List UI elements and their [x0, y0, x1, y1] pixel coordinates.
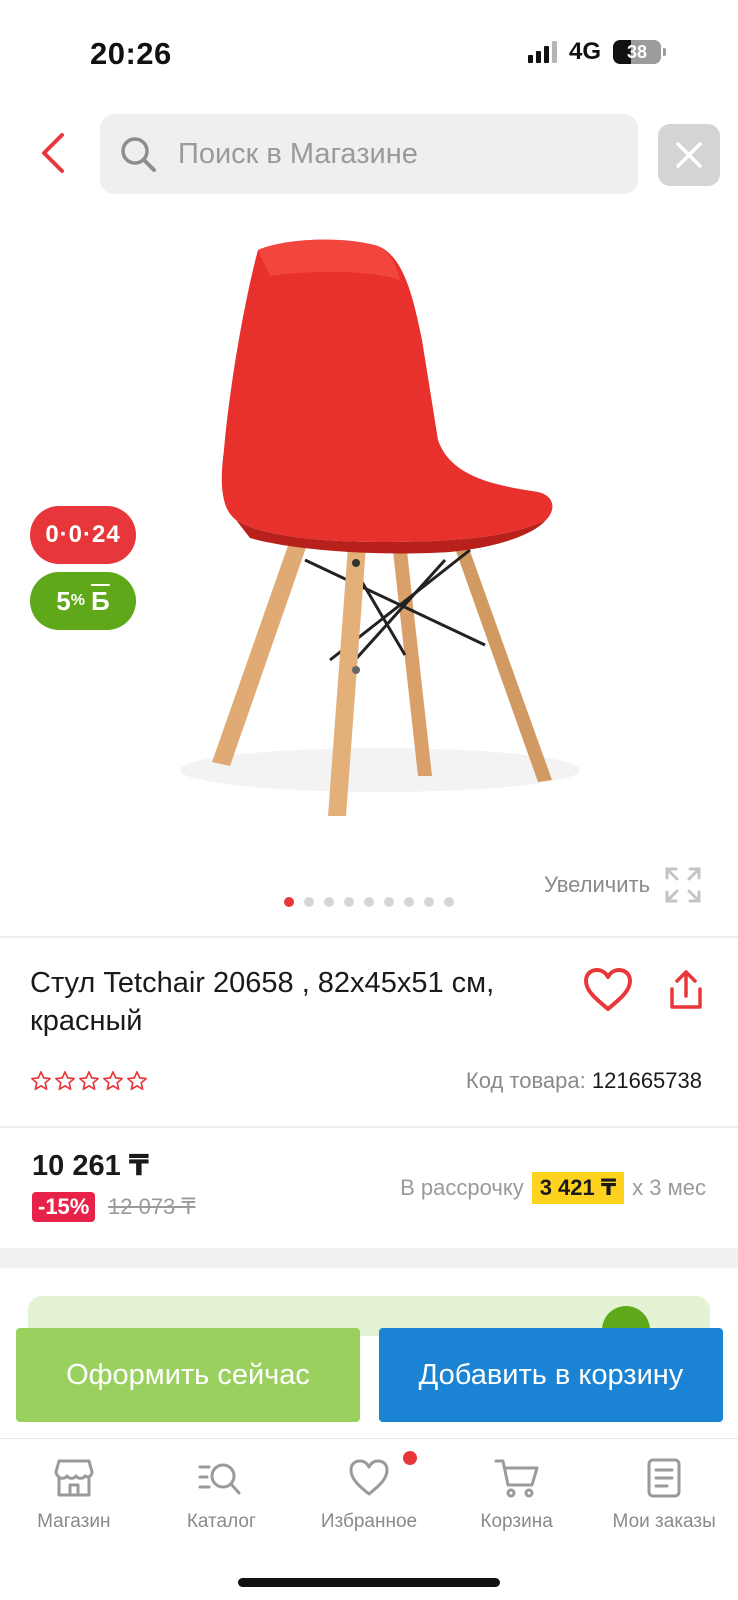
cart-icon [494, 1459, 539, 1498]
installment-prefix: В рассрочку [400, 1175, 524, 1200]
status-time: 20:26 [90, 36, 172, 71]
notification-dot [402, 1451, 417, 1465]
search-input[interactable]: Поиск в Магазине [100, 114, 638, 194]
share-icon [670, 970, 702, 1009]
product-image[interactable] [150, 230, 610, 850]
share-button[interactable] [658, 962, 714, 1018]
pagination-dot[interactable] [364, 897, 374, 907]
star-icon [103, 1071, 123, 1091]
nav-label-store: Магазин [37, 1511, 111, 1532]
price: 10 261 ₸ [32, 1150, 149, 1182]
pagination-dot[interactable] [384, 897, 394, 907]
installment-amount: 3 421 ₸ [531, 1172, 625, 1204]
favorite-button[interactable] [578, 962, 638, 1018]
heart-icon [349, 1459, 389, 1496]
bonus-percent: 5 [56, 585, 71, 616]
buy-now-button[interactable]: Оформить сейчас [16, 1328, 360, 1422]
nav-label-orders: Мои заказы [612, 1511, 716, 1532]
battery-level: 38 [627, 42, 648, 62]
rating-stars[interactable] [30, 1070, 148, 1092]
bottom-nav: Магазин Каталог Избранное Корзина Мои за… [0, 1438, 738, 1548]
chevron-left-icon [42, 133, 64, 173]
old-price: 12 073 ₸ [108, 1194, 196, 1219]
nav-item-favorites[interactable]: Избранное [295, 1439, 443, 1548]
sku-label: Код товара: [465, 1068, 586, 1093]
nav-label-catalog: Каталог [186, 1511, 256, 1532]
nav-item-catalog[interactable]: Каталог [148, 1439, 296, 1548]
star-icon [31, 1071, 51, 1091]
search-icon [121, 137, 156, 172]
sku-value: 121665738 [591, 1068, 702, 1093]
nav-item-store[interactable]: Магазин [0, 1439, 148, 1548]
product-title: Стул Tetchair 20658 , 82x45x51 см, красн… [30, 967, 495, 1037]
orders-icon [647, 1458, 681, 1498]
store-icon [54, 1459, 94, 1497]
gallery-pagination[interactable] [284, 897, 454, 907]
bonus-currency: Б [91, 585, 110, 616]
zoom-label: Увеличить [544, 872, 651, 897]
section-separator [0, 1248, 738, 1268]
nav-label-cart: Корзина [480, 1511, 553, 1532]
nav-item-cart[interactable]: Корзина [443, 1439, 591, 1548]
back-button[interactable] [30, 128, 76, 178]
chair-image [180, 239, 580, 816]
bonus-badge: 5% Б [30, 572, 136, 630]
catalog-search-icon [198, 1463, 241, 1495]
installment-badge: 0·0·24 [30, 506, 136, 564]
pagination-dot[interactable] [304, 897, 314, 907]
status-indicators: 4G 38 [528, 38, 667, 66]
nav-label-favorites: Избранное [320, 1511, 418, 1532]
pagination-dot[interactable] [344, 897, 354, 907]
home-indicator [238, 1578, 500, 1587]
bonus-percent-sign: % [70, 592, 85, 609]
nav-item-orders[interactable]: Мои заказы [590, 1439, 738, 1548]
signal-icon [528, 41, 557, 63]
heart-icon [584, 968, 632, 1011]
battery-icon: 38 [613, 40, 667, 64]
network-type: 4G [569, 38, 602, 65]
discount-badge: -15% [32, 1192, 96, 1222]
pagination-dot[interactable] [444, 897, 454, 907]
divider [0, 936, 738, 938]
close-icon [676, 142, 702, 168]
sku: Код товара: 121665738 [466, 1068, 702, 1094]
pagination-dot[interactable] [324, 897, 334, 907]
pagination-dot[interactable] [424, 897, 434, 907]
zoom-button[interactable]: Увеличить [544, 866, 702, 904]
star-icon [79, 1071, 99, 1091]
star-icon [127, 1071, 147, 1091]
close-button[interactable] [658, 124, 720, 186]
divider [0, 1126, 738, 1128]
expand-icon [665, 867, 701, 903]
installment-info[interactable]: В рассрочку 3 421 ₸ x 3 мес [400, 1172, 706, 1204]
star-icon [55, 1071, 75, 1091]
pagination-dot[interactable] [284, 897, 294, 907]
pagination-dot[interactable] [404, 897, 414, 907]
search-placeholder: Поиск в Магазине [178, 137, 418, 170]
add-to-cart-button[interactable]: Добавить в корзину [379, 1328, 723, 1422]
installment-suffix: x 3 мес [632, 1175, 706, 1200]
